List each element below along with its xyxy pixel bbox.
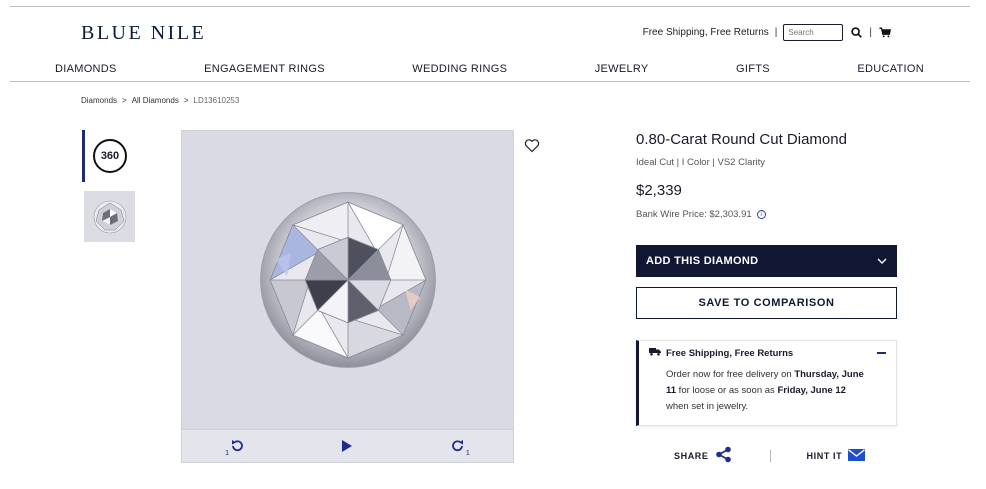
truck-icon	[649, 347, 661, 359]
shipping-panel: Free Shipping, Free Returns Order now fo…	[636, 340, 897, 426]
hint-it-label: HINT IT	[806, 450, 843, 461]
breadcrumb-diamonds[interactable]: Diamonds	[81, 96, 117, 105]
shipping-details: Order now for free delivery on Thursday,…	[649, 367, 867, 415]
info-icon[interactable]: i	[756, 210, 766, 219]
share-label: SHARE	[674, 450, 709, 461]
thumbnail-diamond-image[interactable]	[84, 191, 135, 242]
collapse-icon[interactable]	[876, 348, 886, 358]
breadcrumb-separator: >	[183, 96, 189, 105]
nav-item-gifts[interactable]: GIFTS	[736, 58, 770, 81]
share-button[interactable]: SHARE	[674, 446, 732, 465]
top-rule	[10, 6, 970, 7]
shipping-text-2: for loose or as soon as	[676, 385, 778, 396]
search-icon[interactable]	[849, 26, 863, 40]
utility-separator-2: |	[869, 27, 872, 38]
360-icon: 360	[93, 139, 127, 173]
thumbnail-360[interactable]: 360	[82, 130, 135, 182]
chevron-down-icon[interactable]	[877, 255, 887, 267]
shipping-panel-header: Free Shipping, Free Returns	[649, 347, 886, 359]
diamond-image	[182, 131, 513, 429]
rotate-left-step: 1	[225, 450, 230, 457]
breadcrumb: Diamonds > All Diamonds > LD13610253	[81, 96, 239, 105]
add-this-diamond-label: ADD THIS DIAMOND	[646, 255, 759, 267]
save-to-comparison-button[interactable]: SAVE TO COMPARISON	[636, 287, 897, 319]
viewer-controls: 1 1	[182, 429, 513, 462]
product-title: 0.80-Carat Round Cut Diamond	[636, 131, 847, 148]
bank-wire-price: Bank Wire Price: $2,303.91 i	[636, 209, 766, 220]
diamond-thumbnail-icon	[93, 200, 126, 233]
shipping-text-1: Order now for free delivery on	[666, 369, 795, 380]
share-row: SHARE HINT IT	[674, 446, 866, 465]
diamond-viewer[interactable]: 1 1	[181, 130, 514, 463]
free-shipping-link[interactable]: Free Shipping, Free Returns	[643, 27, 769, 38]
shipping-title-text: Free Shipping, Free Returns	[666, 347, 794, 359]
shipping-text-3: when set in jewelry.	[666, 401, 749, 412]
utility-bar: Free Shipping, Free Returns | |	[643, 24, 892, 41]
product-specs: Ideal Cut | I Color | VS2 Clarity	[636, 157, 766, 168]
rotate-left-icon[interactable]: 1	[225, 437, 246, 457]
bank-wire-price-text: Bank Wire Price: $2,303.91	[636, 209, 752, 220]
nav-item-wedding-rings[interactable]: WEDDING RINGS	[412, 58, 507, 81]
360-label: 360	[100, 150, 120, 162]
diamond-image-graphic	[259, 192, 436, 368]
rotate-right-icon[interactable]: 1	[449, 437, 470, 457]
envelope-icon	[848, 448, 866, 463]
shipping-title: Free Shipping, Free Returns	[649, 347, 793, 359]
breadcrumb-separator: >	[122, 96, 127, 105]
nav-item-engagement-rings[interactable]: ENGAGEMENT RINGS	[204, 58, 325, 81]
heart-icon[interactable]	[524, 138, 540, 154]
share-divider	[769, 449, 771, 462]
play-icon[interactable]	[338, 437, 356, 455]
utility-separator: |	[774, 27, 778, 38]
hint-it-button[interactable]: HINT IT	[806, 448, 866, 463]
cart-icon[interactable]	[878, 26, 892, 40]
nav-item-education[interactable]: EDUCATION	[857, 58, 924, 81]
search-input[interactable]	[783, 24, 844, 41]
nav-item-diamonds[interactable]: DIAMONDS	[55, 58, 117, 81]
main-nav: DIAMONDS ENGAGEMENT RINGS WEDDING RINGS …	[10, 58, 970, 82]
share-icon	[715, 446, 732, 465]
nav-item-jewelry[interactable]: JEWELRY	[595, 58, 649, 81]
breadcrumb-all-diamonds[interactable]: All Diamonds	[132, 96, 179, 105]
breadcrumb-current: LD13610253	[193, 96, 240, 105]
add-this-diamond-button[interactable]: ADD THIS DIAMOND	[636, 245, 897, 277]
product-price: $2,339	[636, 182, 682, 199]
rotate-right-step: 1	[465, 450, 470, 457]
delivery-date-set: Friday, June 12	[777, 385, 846, 396]
logo[interactable]: BLUE NILE	[81, 22, 206, 45]
